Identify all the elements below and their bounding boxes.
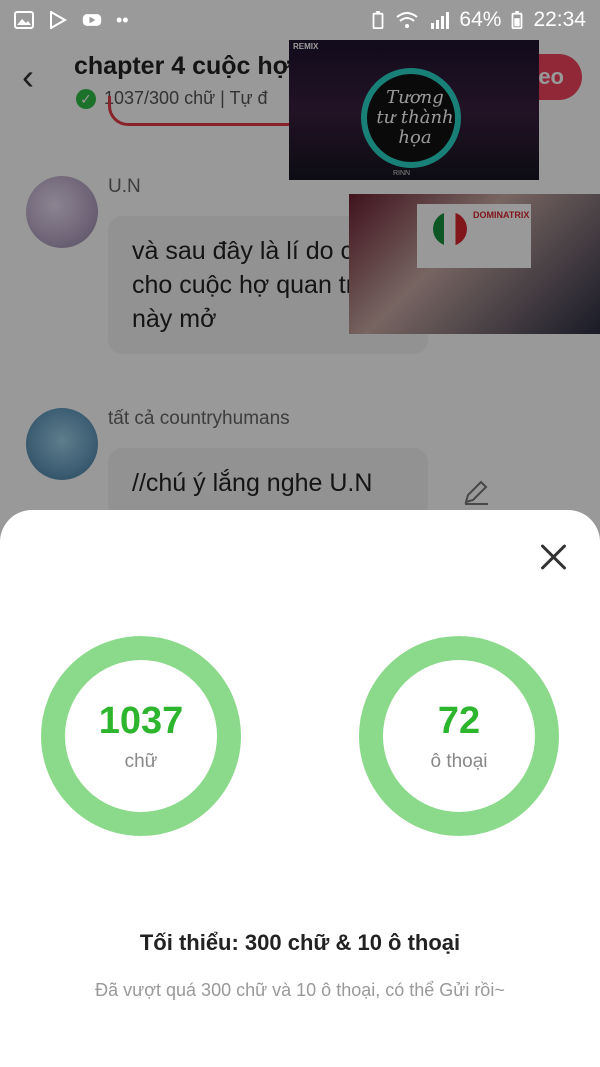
signal-icon: [431, 12, 450, 29]
battery-saver-icon: [373, 11, 384, 29]
battery-icon: [512, 11, 523, 29]
word-count-label: chữ: [124, 751, 158, 772]
close-icon[interactable]: [538, 542, 568, 572]
word-count-ring: 1037 chữ: [41, 636, 241, 836]
status-note: Đã vượt quá 300 chữ và 10 ô thoại, có th…: [95, 980, 505, 1000]
status-bar: •• 64% 22:34: [0, 0, 600, 40]
dialogue-count-ring: 72 ô thoại: [359, 636, 559, 836]
dialogue-count-value: 72: [437, 700, 481, 742]
stats-bottom-sheet: 1037 chữ 72 ô thoại Tối thiểu: 300 chữ &…: [0, 510, 600, 1067]
more-dots-icon: ••: [116, 9, 129, 30]
word-count-value: 1037: [98, 700, 184, 742]
gallery-icon: [14, 11, 34, 29]
dialogue-count-label: ô thoại: [430, 751, 488, 772]
battery-percent: 64%: [459, 8, 502, 31]
clock: 22:34: [533, 8, 586, 31]
minimum-requirement: Tối thiểu: 300 chữ & 10 ô thoại: [139, 930, 461, 955]
play-store-icon: [50, 11, 68, 29]
youtube-icon: [82, 14, 102, 26]
wifi-icon: [396, 12, 419, 28]
